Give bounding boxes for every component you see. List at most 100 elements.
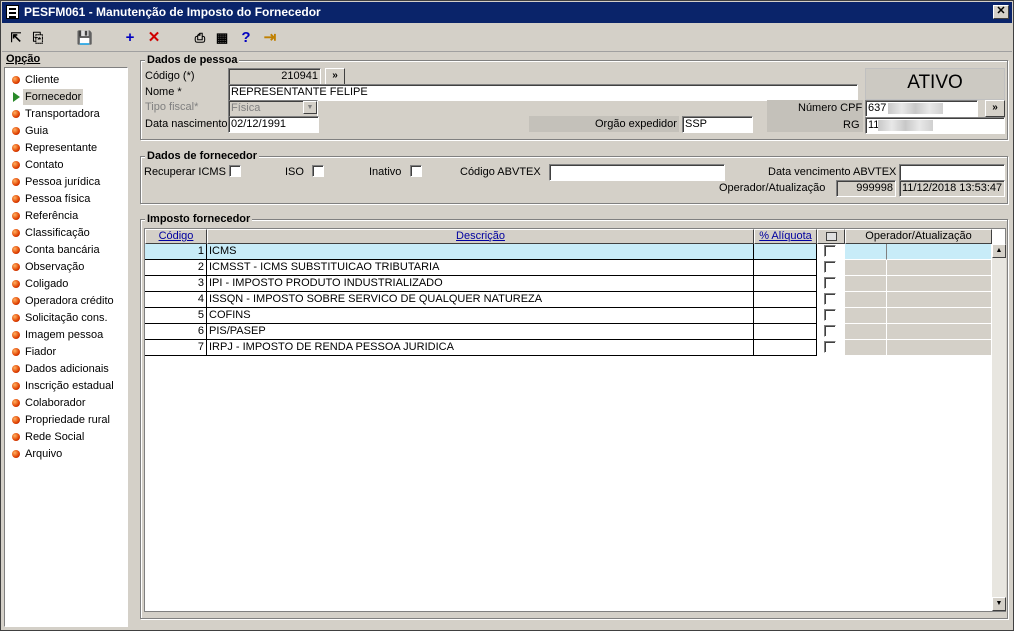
abvtex-label: Código ABVTEX: [460, 166, 541, 178]
option-label: Cliente: [25, 74, 60, 86]
cell-codigo[interactable]: 5: [145, 308, 207, 324]
vertical-scrollbar[interactable]: ▲ ▼: [992, 244, 1006, 611]
option-label: Guia: [25, 125, 49, 137]
table-row[interactable]: 7 IRPJ - IMPOSTO DE RENDA PESSOA JURIDICA: [145, 340, 992, 356]
cell-descricao[interactable]: IRPJ - IMPOSTO DE RENDA PESSOA JURIDICA: [207, 340, 754, 356]
option-label: Transportadora: [25, 108, 100, 120]
cell-aliquota[interactable]: [754, 260, 817, 276]
cell-operador: [845, 308, 887, 324]
cell-codigo[interactable]: 4: [145, 292, 207, 308]
table-row[interactable]: 5 COFINS: [145, 308, 992, 324]
cell-checkbox: [817, 276, 845, 292]
codigo-lookup-button[interactable]: »: [325, 68, 345, 85]
venc-abvtex-label: Data vencimento ABVTEX: [768, 166, 897, 178]
cell-codigo[interactable]: 1: [145, 244, 207, 260]
rg-label: RG: [843, 119, 860, 131]
group-title: Dados de fornecedor: [145, 150, 260, 162]
table-row[interactable]: 1 ICMS: [145, 244, 992, 260]
row-checkbox[interactable]: [824, 293, 836, 305]
cell-descricao[interactable]: ISSQN - IMPOSTO SOBRE SERVICO DE QUALQUE…: [207, 292, 754, 308]
bullet-icon: [12, 76, 20, 84]
cell-atualizacao: [887, 292, 992, 308]
col-header-operador[interactable]: Operador/Atualização: [845, 229, 992, 244]
nome-field[interactable]: REPRESENTANTE FELIPE: [228, 84, 858, 101]
exit-icon[interactable]: ⇥: [261, 29, 279, 47]
cell-aliquota[interactable]: [754, 308, 817, 324]
bullet-icon: [12, 416, 20, 424]
cell-codigo[interactable]: 6: [145, 324, 207, 340]
cell-operador: [845, 244, 887, 260]
recuperar-icms-checkbox[interactable]: [229, 165, 241, 177]
cell-descricao[interactable]: COFINS: [207, 308, 754, 324]
col-header-checkbox[interactable]: [817, 229, 845, 244]
row-checkbox[interactable]: [824, 341, 836, 353]
row-checkbox[interactable]: [824, 325, 836, 337]
orgao-field[interactable]: SSP: [682, 116, 753, 133]
table-row[interactable]: 6 PIS/PASEP: [145, 324, 992, 340]
bullet-icon: [12, 127, 20, 135]
codigo-field[interactable]: 210941: [228, 68, 321, 85]
row-checkbox[interactable]: [824, 309, 836, 321]
save-icon[interactable]: 💾: [76, 29, 94, 47]
option-label: Observação: [25, 261, 85, 273]
col-header-codigo[interactable]: Código: [145, 229, 207, 244]
nascimento-field[interactable]: 02/12/1991: [228, 116, 319, 133]
calculator-icon[interactable]: ▦: [213, 29, 231, 47]
scroll-up-icon[interactable]: ▲: [992, 244, 1006, 258]
bullet-icon: [12, 365, 20, 373]
chevron-down-icon[interactable]: ▼: [303, 101, 317, 114]
cell-codigo[interactable]: 7: [145, 340, 207, 356]
option-label: Fiador: [25, 346, 57, 358]
rg-field[interactable]: 11: [865, 117, 1005, 134]
table-row[interactable]: 4 ISSQN - IMPOSTO SOBRE SERVICO DE QUALQU…: [145, 292, 992, 308]
print-icon[interactable]: ⎙: [191, 29, 209, 47]
cell-descricao[interactable]: IPI - IMPOSTO PRODUTO INDUSTRIALIZADO: [207, 276, 754, 292]
bullet-icon: [12, 280, 20, 288]
abvtex-field[interactable]: [549, 164, 725, 181]
col-header-aliquota[interactable]: % Alíquota: [754, 229, 817, 244]
row-checkbox[interactable]: [824, 277, 836, 289]
cell-codigo[interactable]: 2: [145, 260, 207, 276]
cell-descricao[interactable]: PIS/PASEP: [207, 324, 754, 340]
cell-atualizacao: [887, 340, 992, 356]
venc-abvtex-field[interactable]: [899, 164, 1005, 181]
cell-aliquota[interactable]: [754, 244, 817, 260]
delete-icon[interactable]: ✕: [145, 29, 163, 47]
table-row[interactable]: 3 IPI - IMPOSTO PRODUTO INDUSTRIALIZADO: [145, 276, 992, 292]
tipo-fiscal-select[interactable]: Física ▼: [228, 100, 318, 117]
cell-aliquota[interactable]: [754, 292, 817, 308]
redacted-rg: [878, 120, 933, 131]
row-checkbox[interactable]: [824, 245, 836, 257]
iso-checkbox[interactable]: [312, 165, 324, 177]
nascimento-label: Data nascimento: [145, 118, 228, 130]
cell-descricao[interactable]: ICMSST - ICMS SUBSTITUICAO TRIBUTARIA: [207, 260, 754, 276]
tipo-fiscal-value: Física: [231, 102, 261, 114]
cell-atualizacao: [887, 260, 992, 276]
help-icon[interactable]: ?: [237, 29, 255, 47]
copy-icon[interactable]: ⇱: [7, 29, 25, 47]
table-row[interactable]: 2 ICMSST - ICMS SUBSTITUICAO TRIBUTARIA: [145, 260, 992, 276]
col-header-descricao[interactable]: Descrição: [207, 229, 754, 244]
cell-checkbox: [817, 308, 845, 324]
cell-aliquota[interactable]: [754, 340, 817, 356]
scroll-down-icon[interactable]: ▼: [992, 597, 1006, 611]
bullet-icon: [12, 110, 20, 118]
cell-aliquota[interactable]: [754, 324, 817, 340]
inativo-checkbox[interactable]: [410, 165, 422, 177]
close-icon[interactable]: ✕: [993, 5, 1009, 19]
paste-icon[interactable]: ⎘: [29, 29, 47, 47]
select-all-icon[interactable]: [825, 232, 837, 241]
redacted-cpf: [888, 103, 943, 114]
cell-descricao[interactable]: ICMS: [207, 244, 754, 260]
status-badge: ATIVO: [865, 68, 1005, 100]
cpf-field[interactable]: 637: [865, 100, 978, 117]
operador-code: 999998: [836, 180, 896, 197]
option-label: Inscrição estadual: [25, 380, 114, 392]
cpf-lookup-button[interactable]: »: [985, 100, 1005, 117]
cell-checkbox: [817, 244, 845, 260]
add-icon[interactable]: +: [121, 29, 139, 47]
option-label: Fornecedor: [23, 89, 84, 105]
row-checkbox[interactable]: [824, 261, 836, 273]
cell-codigo[interactable]: 3: [145, 276, 207, 292]
cell-aliquota[interactable]: [754, 276, 817, 292]
